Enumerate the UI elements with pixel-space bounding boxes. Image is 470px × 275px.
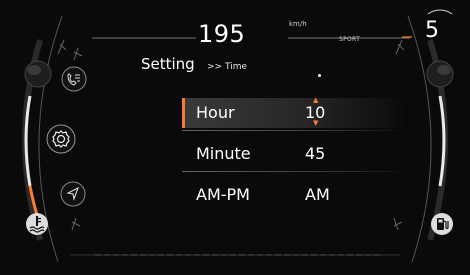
- row-divider: [182, 171, 407, 172]
- row-divider: [182, 130, 407, 131]
- speed-unit: km/h: [289, 20, 307, 28]
- minute-label: Minute: [196, 144, 251, 163]
- minute-row[interactable]: Minute 45: [182, 139, 407, 172]
- breadcrumb-separator: >>: [207, 62, 223, 72]
- fuel-pump-icon: [431, 213, 453, 235]
- settings-gear-icon[interactable]: [46, 124, 76, 154]
- navigation-arrow-icon[interactable]: [60, 181, 86, 207]
- cluster-screen: 195 km/h SPORT 5 Setting >> Time Hour 10…: [0, 0, 470, 275]
- ampm-label: AM-PM: [196, 185, 250, 204]
- minute-value[interactable]: 45: [305, 144, 325, 163]
- hour-row[interactable]: Hour 10: [182, 98, 407, 131]
- breadcrumb-current: Time: [224, 62, 247, 72]
- breadcrumb: >> Time: [207, 62, 247, 72]
- hour-increase-icon[interactable]: ▲: [313, 96, 318, 104]
- page-title: Setting: [141, 55, 195, 73]
- hour-decrease-icon[interactable]: ▼: [313, 119, 318, 127]
- page-indicator-dot: [318, 74, 321, 77]
- coolant-temperature-icon: [26, 213, 48, 235]
- ampm-row[interactable]: AM-PM AM: [182, 180, 407, 210]
- speed-value: 195: [198, 20, 246, 48]
- ampm-value[interactable]: AM: [305, 185, 330, 204]
- gear-indicator: 5: [425, 18, 439, 43]
- phone-list-icon[interactable]: [61, 66, 87, 92]
- drive-mode: SPORT: [339, 36, 361, 43]
- hour-label: Hour: [196, 103, 235, 122]
